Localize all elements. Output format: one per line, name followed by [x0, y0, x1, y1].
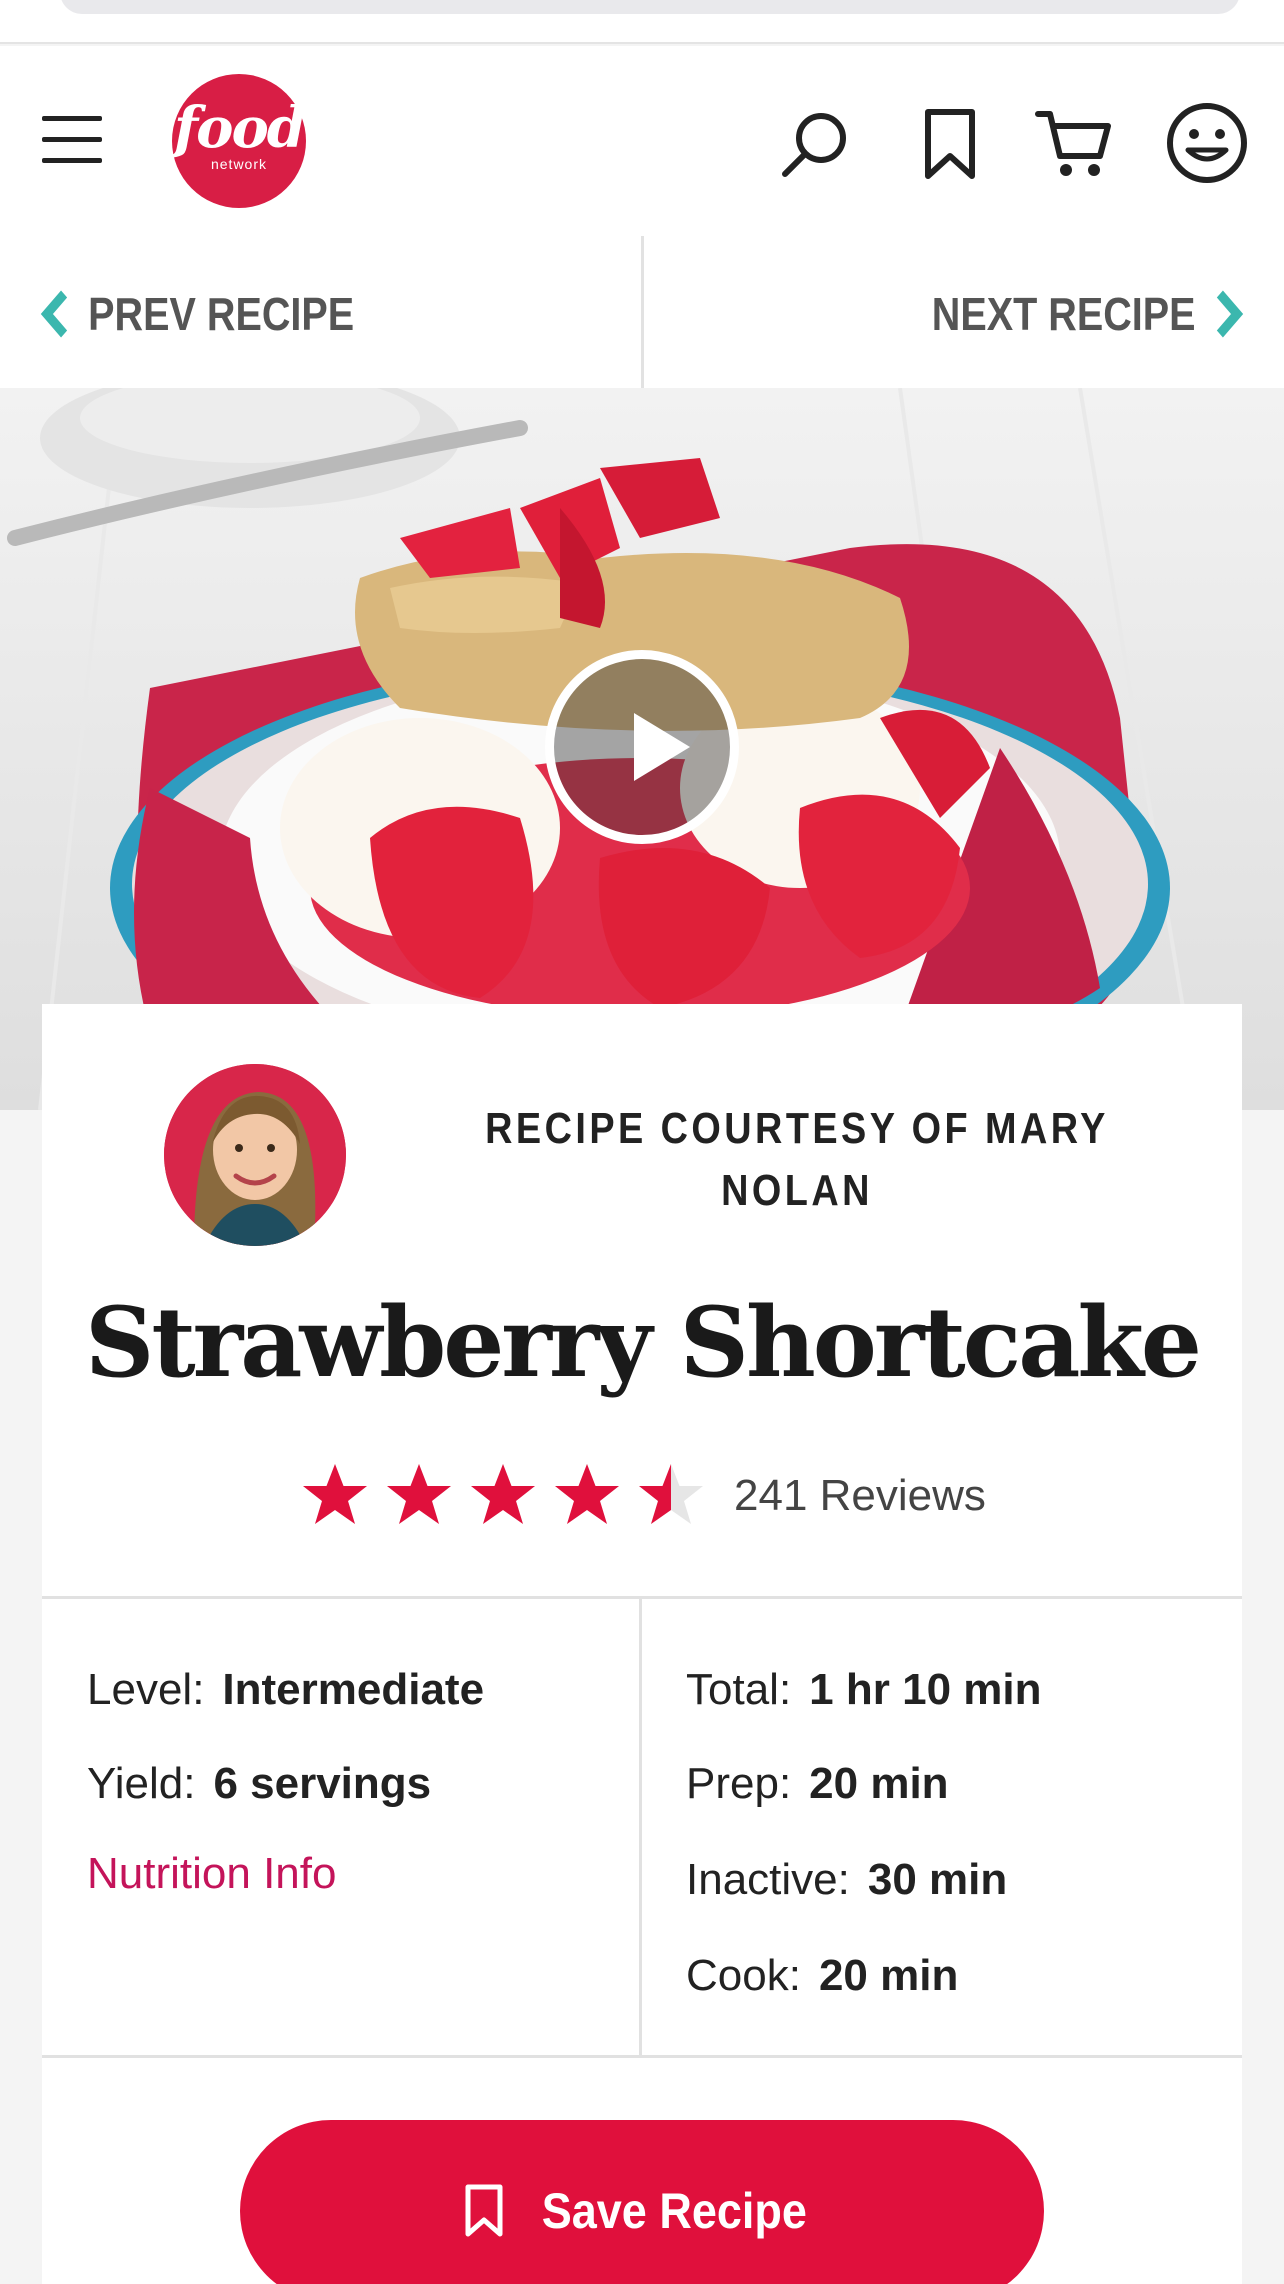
- chevron-right-icon: [1216, 290, 1244, 338]
- nutrition-info-link[interactable]: Nutrition Info: [87, 1849, 336, 1899]
- food-network-logo[interactable]: food network: [172, 74, 306, 208]
- recipe-title: Strawberry Shortcake: [85, 1286, 1202, 1399]
- reviews-link[interactable]: 241 Reviews: [734, 1471, 986, 1521]
- total-label: Total:: [686, 1665, 792, 1714]
- recipe-hero-image[interactable]: [0, 388, 1284, 1110]
- save-recipe-button[interactable]: Save Recipe: [240, 2120, 1044, 2284]
- yield-label: Yield:: [87, 1759, 196, 1808]
- prep-time-row: Prep: 20 min: [686, 1759, 949, 1809]
- search-icon[interactable]: [775, 104, 855, 184]
- total-value: 1 hr 10 min: [809, 1665, 1042, 1714]
- cook-time-row: Cook: 20 min: [686, 1951, 958, 2001]
- prep-value: 20 min: [809, 1759, 949, 1808]
- site-header: food network: [0, 46, 1284, 236]
- author-avatar[interactable]: [164, 1064, 346, 1246]
- save-recipe-label: Save Recipe: [541, 2183, 807, 2239]
- nav-divider: [641, 236, 644, 388]
- star-icon: [555, 1464, 619, 1524]
- play-icon: [634, 713, 690, 781]
- inactive-time-row: Inactive: 30 min: [686, 1855, 1007, 1905]
- level-label: Level:: [87, 1665, 205, 1714]
- address-bar[interactable]: [60, 0, 1240, 14]
- inactive-value: 30 min: [867, 1855, 1008, 1904]
- prep-label: Prep:: [686, 1759, 792, 1808]
- chevron-left-icon: [40, 290, 68, 338]
- star-icon: [639, 1464, 703, 1524]
- level-value: Intermediate: [222, 1665, 485, 1714]
- cook-label: Cook:: [686, 1951, 801, 2000]
- recipe-courtesy[interactable]: RECIPE COURTESY OF MARY NOLAN: [466, 1098, 1128, 1222]
- star-icon: [471, 1464, 535, 1524]
- level-row: Level: Intermediate: [87, 1665, 484, 1715]
- rating-row[interactable]: 241 Reviews: [300, 1456, 986, 1536]
- info-divider: [639, 1599, 642, 2055]
- yield-row: Yield: 6 servings: [87, 1759, 431, 1809]
- prev-recipe-label: PREV RECIPE: [88, 288, 355, 340]
- star-rating: [300, 1461, 706, 1531]
- bookmark-icon[interactable]: [910, 104, 990, 184]
- cook-value: 20 min: [818, 1951, 959, 2000]
- recipe-summary-card: RECIPE COURTESY OF MARY NOLAN Strawberry…: [42, 1004, 1242, 2284]
- star-icon: [303, 1464, 367, 1524]
- next-recipe-label: NEXT RECIPE: [932, 288, 1196, 340]
- play-video-button[interactable]: [545, 650, 739, 844]
- prev-recipe-link[interactable]: PREV RECIPE: [40, 284, 354, 344]
- browser-top-strip: [0, 0, 1284, 44]
- yield-value: 6 servings: [213, 1759, 432, 1808]
- star-icon: [387, 1464, 451, 1524]
- next-recipe-link[interactable]: NEXT RECIPE: [932, 284, 1244, 344]
- inactive-label: Inactive:: [686, 1855, 850, 1904]
- smiley-account-icon[interactable]: [1164, 100, 1250, 186]
- logo-wordmark: food: [174, 95, 306, 161]
- recipe-info-grid: Level: Intermediate Yield: 6 servings Nutr…: [42, 1596, 1242, 2058]
- bookmark-save-icon: [465, 2184, 503, 2237]
- cart-icon[interactable]: [1034, 104, 1114, 184]
- hamburger-menu-icon[interactable]: [42, 116, 102, 164]
- recipe-navigation: PREV RECIPE NEXT RECIPE: [0, 236, 1284, 388]
- total-time-row: Total: 1 hr 10 min: [686, 1665, 1041, 1715]
